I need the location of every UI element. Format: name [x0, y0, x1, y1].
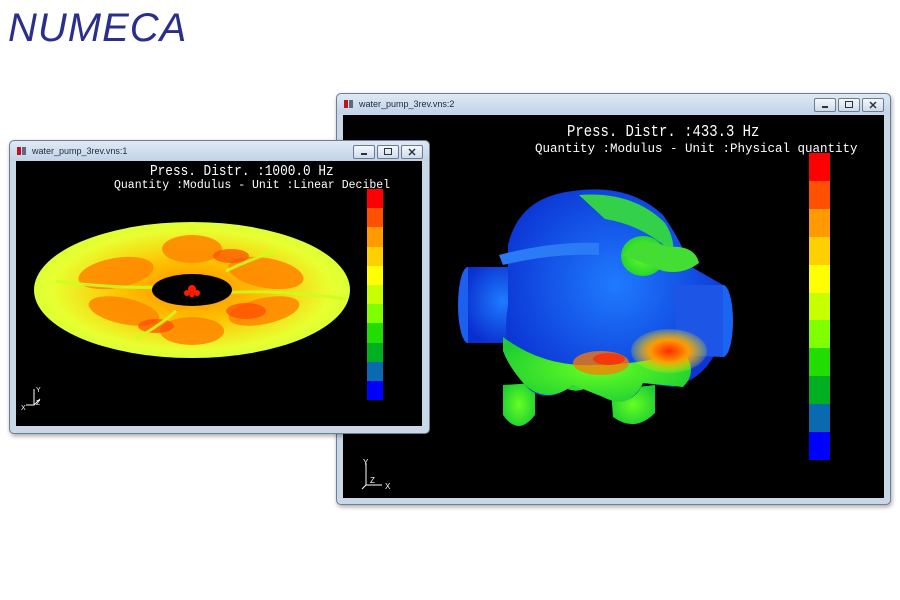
legend-swatch: [367, 265, 383, 285]
legend-swatch: [809, 264, 830, 293]
close-icon: [869, 101, 877, 109]
legend-swatch: [367, 342, 383, 362]
maximize-icon: [845, 101, 853, 108]
maximize-button[interactable]: [377, 145, 399, 159]
color-legend: [367, 189, 383, 401]
close-button[interactable]: [401, 145, 423, 159]
minimize-button[interactable]: [814, 98, 836, 112]
legend-swatch: [809, 208, 830, 237]
minimize-button[interactable]: [353, 145, 375, 159]
legend-swatch: [809, 376, 830, 405]
app-icon: [344, 100, 353, 108]
maximize-icon: [384, 148, 392, 155]
legend-swatch: [809, 348, 830, 377]
impeller-disc-contour: [34, 222, 350, 358]
axis-x-label: X: [21, 405, 26, 412]
legend-swatch: [809, 404, 830, 433]
legend-swatch: [367, 246, 383, 266]
axis-z-label: Z: [36, 400, 41, 407]
legend-swatch: [367, 323, 383, 343]
window-title: water_pump_3rev.vns:2: [359, 99, 455, 109]
legend-swatch: [367, 361, 383, 381]
legend-swatch: [809, 180, 830, 209]
close-icon: [408, 148, 416, 156]
legend-swatch: [367, 227, 383, 247]
axis-y-label: Y: [363, 459, 369, 467]
legend-swatch: [367, 189, 383, 209]
legend-swatch: [809, 236, 830, 265]
window-titlebar[interactable]: water_pump_3rev.vns:2: [337, 94, 890, 114]
axis-y-label: Y: [36, 387, 41, 394]
legend-swatch: [367, 304, 383, 324]
maximize-button[interactable]: [838, 98, 860, 112]
minimize-icon: [822, 106, 828, 108]
legend-swatch: [367, 284, 383, 305]
legend-swatch: [809, 153, 830, 181]
visualization-window-1[interactable]: water_pump_3rev.vns:1 Press. Distr. :100…: [9, 140, 430, 434]
close-button[interactable]: [862, 98, 884, 112]
legend-swatch: [809, 320, 830, 349]
numeca-logo: NUMECA: [8, 6, 188, 50]
axis-triad: Y Z X: [21, 387, 41, 412]
legend-swatch: [809, 432, 830, 460]
color-legend: [809, 153, 830, 460]
window-titlebar[interactable]: water_pump_3rev.vns:1: [10, 141, 429, 161]
legend-swatch: [367, 208, 383, 228]
axis-x-label: X: [385, 482, 391, 491]
minimize-icon: [361, 153, 367, 155]
legend-swatch: [809, 292, 830, 321]
legend-swatch: [367, 380, 383, 401]
axis-triad: Y Z X: [361, 459, 391, 491]
app-icon: [17, 147, 26, 155]
window-title: water_pump_3rev.vns:1: [32, 146, 128, 156]
axis-z-label: Z: [370, 476, 375, 485]
render-viewport[interactable]: Press. Distr. :1000.0 Hz Quantity :Modul…: [16, 161, 422, 426]
